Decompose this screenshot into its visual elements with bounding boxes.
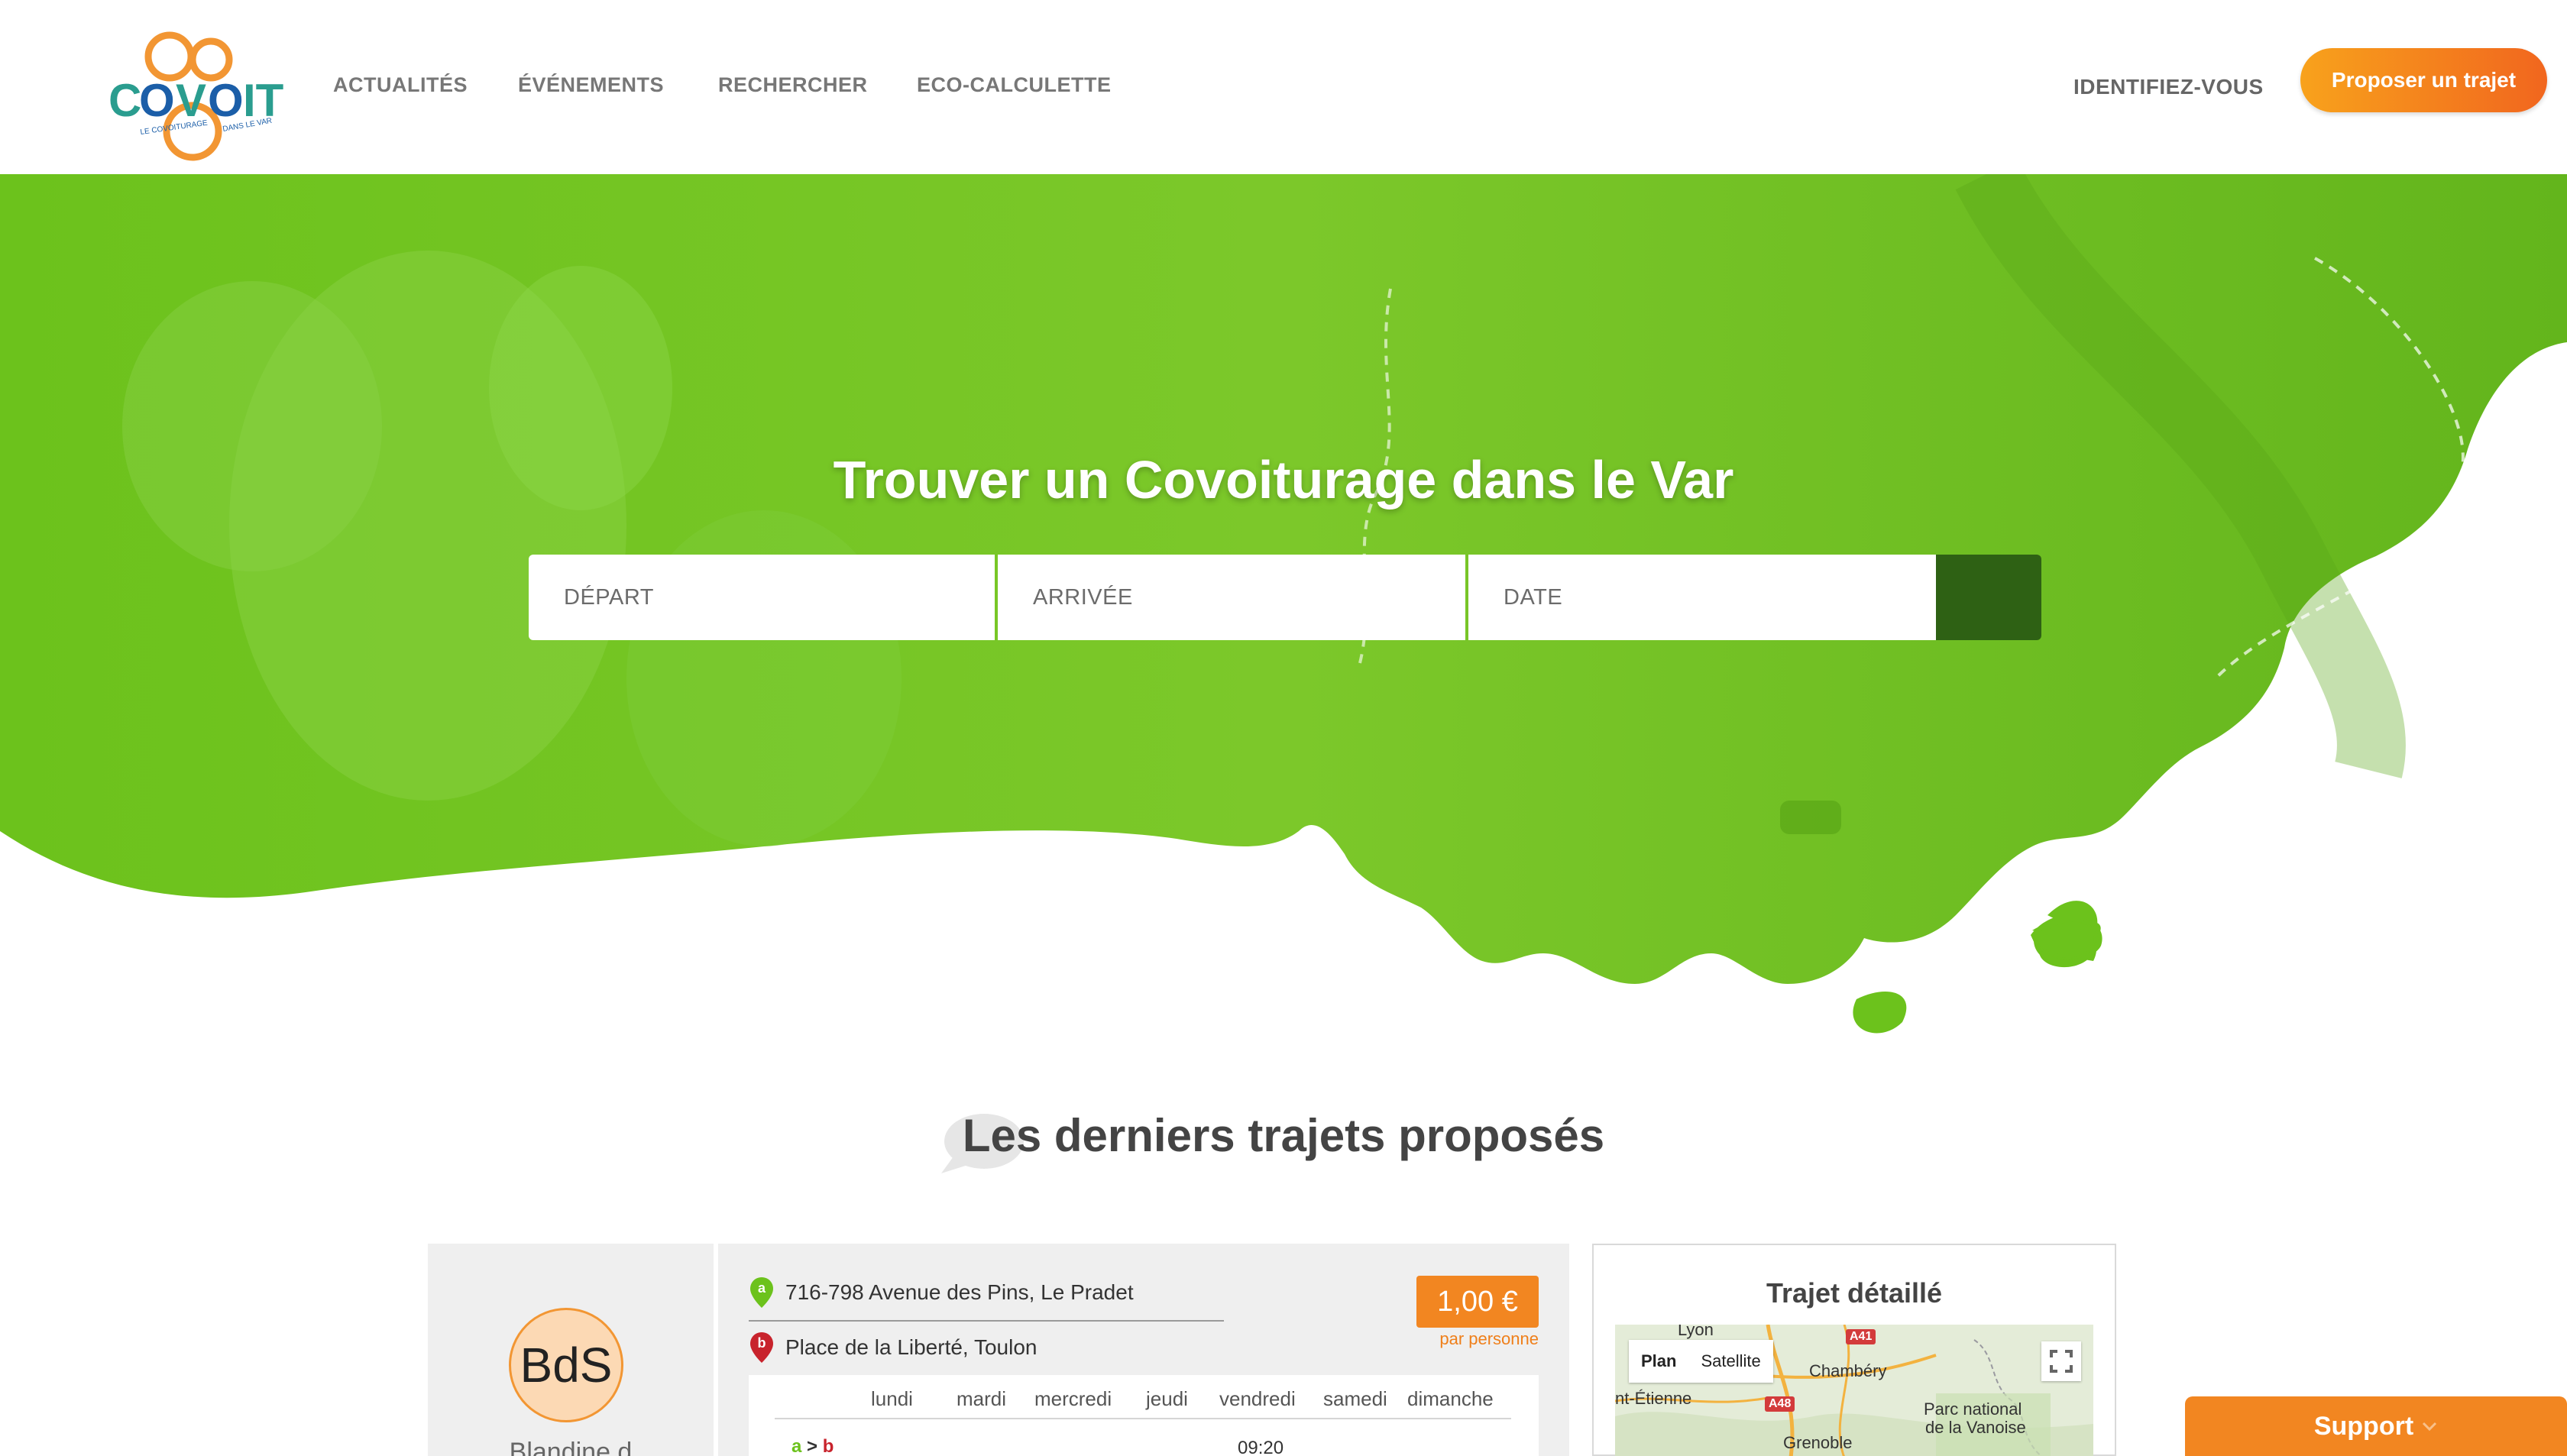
driver-name[interactable]: Blandine d (428, 1438, 714, 1456)
search-icon (530, 556, 555, 581)
trip-card[interactable]: a 716-798 Avenue des Pins, Le Pradet b P… (718, 1244, 1569, 1456)
arrivee-input[interactable] (998, 555, 1465, 640)
road-badge-a41: A41 (1846, 1329, 1876, 1344)
day-header: dimanche (1407, 1387, 1494, 1410)
day-header: lundi (871, 1387, 913, 1410)
page: C O V O IT LE COVOITURAGE DANS LE VAR AC… (0, 0, 2567, 1456)
fullscreen-button[interactable] (2041, 1341, 2081, 1381)
site-header: C O V O IT LE COVOITURAGE DANS LE VAR AC… (0, 0, 2567, 174)
login-link[interactable]: IDENTIFIEZ-VOUS (2073, 75, 2264, 99)
stop-departure: a 716-798 Avenue des Pins, Le Pradet (749, 1276, 1134, 1309)
day-header: jeudi (1146, 1387, 1188, 1410)
marker-a-icon: a (750, 1277, 773, 1308)
schedule-divider (775, 1418, 1511, 1419)
map-label-vanoise: de la Vanoise (1925, 1418, 2026, 1437)
departure-address: 716-798 Avenue des Pins, Le Pradet (785, 1280, 1134, 1304)
svg-text:V: V (176, 75, 206, 126)
svg-text:O: O (139, 75, 175, 126)
price-per-person: par personne (1439, 1329, 1539, 1348)
map-plan-option[interactable]: Plan (1629, 1340, 1688, 1383)
hero-banner: Trouver un Covoiturage dans le Var (0, 174, 2567, 1060)
map-label-lyon: Lyon (1678, 1325, 1714, 1339)
route-b: b (822, 1436, 834, 1456)
map-label-grenoble: Grenoble (1783, 1433, 1853, 1452)
route-a: a (791, 1436, 802, 1456)
svg-text:C: C (108, 75, 141, 126)
marker-a-label: a (758, 1280, 766, 1296)
hero-title: Trouver un Covoiturage dans le Var (833, 450, 1734, 510)
map-satellite-option[interactable]: Satellite (1688, 1340, 1772, 1383)
map-label-saint-etienne: nt-Étienne (1615, 1389, 1692, 1408)
section-title: Les derniers trajets proposés (962, 1110, 1605, 1161)
fullscreen-icon (2050, 1350, 2073, 1373)
stop-arrival: b Place de la Liberté, Toulon (749, 1331, 1037, 1364)
nav-eco-calculette[interactable]: ECO-CALCULETTE (917, 73, 1111, 97)
map-label-parc-national: Parc national (1924, 1399, 2022, 1419)
route-map[interactable]: Lyon Chambéry nt-Étienne Grenoble Parc n… (1615, 1325, 2093, 1456)
avatar[interactable]: BdS (509, 1308, 623, 1422)
search-bar (529, 555, 2041, 640)
arrival-address: Place de la Liberté, Toulon (785, 1335, 1037, 1359)
road-badge-a48: A48 (1765, 1396, 1795, 1412)
nav-rechercher[interactable]: RECHERCHER (718, 73, 868, 97)
day-header: mercredi (1034, 1387, 1112, 1410)
schedule-route: a > b (791, 1436, 834, 1456)
map-panel: Trajet détaillé Lyon Chambéry nt-Étienne… (1592, 1244, 2116, 1456)
stop-divider (749, 1320, 1224, 1322)
schedule-table: lundi mardi mercredi jeudi vendredi same… (749, 1375, 1539, 1456)
nav-evenements[interactable]: ÉVÉNEMENTS (518, 73, 664, 97)
map-type-toggle: Plan Satellite (1629, 1340, 1773, 1383)
support-button[interactable]: Support (2185, 1396, 2567, 1456)
svg-text:O: O (208, 75, 244, 126)
driver-panel: BdS Blandine d (428, 1244, 714, 1456)
search-button[interactable] (530, 555, 2041, 640)
map-title: Trajet détaillé (1766, 1277, 1943, 1309)
map-label-chambery: Chambéry (1809, 1361, 1887, 1380)
propose-trip-button[interactable]: Proposer un trajet (2300, 48, 2547, 112)
nav-actualites[interactable]: ACTUALITÉS (333, 73, 468, 97)
marker-b-label: b (758, 1335, 766, 1351)
route-separator: > (807, 1436, 818, 1456)
support-label: Support (2313, 1411, 2414, 1441)
date-input[interactable] (1468, 555, 1936, 640)
depart-input[interactable] (529, 555, 995, 640)
covoit-logo[interactable]: C O V O IT LE COVOITURAGE DANS LE VAR (107, 26, 290, 163)
day-header: mardi (957, 1387, 1007, 1410)
schedule-time: 09:20 (1238, 1438, 1284, 1456)
day-header: vendredi (1219, 1387, 1296, 1410)
chevron-down-icon (2423, 1422, 2437, 1432)
price-badge: 1,00 € (1416, 1276, 1539, 1328)
marker-b-icon: b (750, 1332, 773, 1363)
day-header: samedi (1323, 1387, 1387, 1410)
